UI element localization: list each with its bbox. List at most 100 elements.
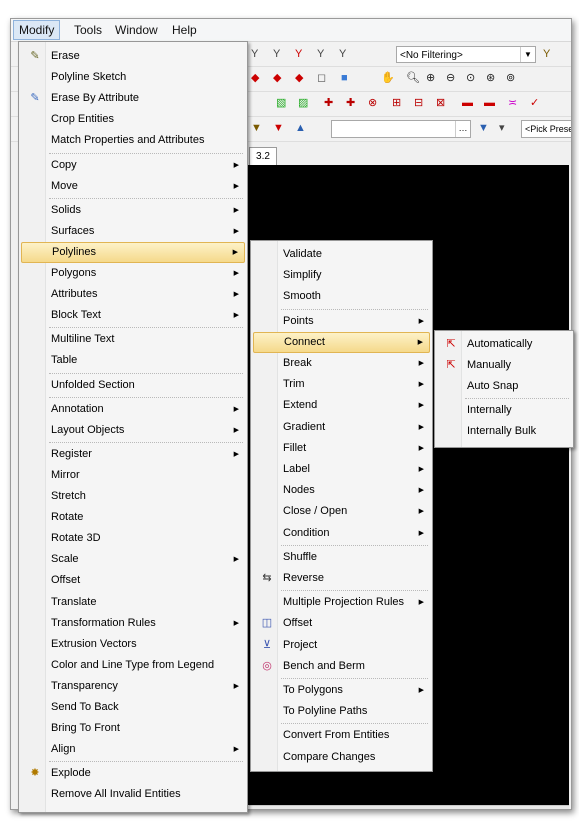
menu-item-to-polyline-paths[interactable]: To Polyline Paths — [253, 701, 430, 722]
menu-item-label[interactable]: Label ▶ — [253, 459, 430, 480]
snap-icon[interactable]: ◆ — [273, 71, 281, 85]
filter-icon[interactable]: Y — [339, 47, 346, 61]
menu-item-erase[interactable]: ✎ Erase — [21, 46, 245, 67]
zoom-extents-icon[interactable]: ⊚ — [506, 71, 515, 85]
zoom-previous-icon[interactable]: ⊛ — [486, 71, 495, 85]
edit-tool-icon[interactable]: ▧ — [276, 96, 286, 110]
edit-tool-icon[interactable]: ✓ — [530, 96, 539, 110]
menu-item-annotation[interactable]: Annotation ▶ — [21, 399, 245, 420]
menu-item-nodes[interactable]: Nodes ▶ — [253, 480, 430, 501]
menu-item-polyline-sketch[interactable]: Polyline Sketch — [21, 67, 245, 88]
menu-item-offset[interactable]: Offset — [21, 570, 245, 591]
menu-item-gradient[interactable]: Gradient ▶ — [253, 417, 430, 438]
menu-item-close-open[interactable]: Close / Open ▶ — [253, 501, 430, 522]
menu-item-to-polygons[interactable]: To Polygons ▶ — [253, 680, 430, 701]
menu-item-compare-changes[interactable]: Compare Changes — [253, 747, 430, 768]
pick-preset-dropdown[interactable]: <Pick Prese — [521, 120, 571, 138]
menu-item-solids[interactable]: Solids ▶ — [21, 200, 245, 221]
menu-item-offset[interactable]: ◫ Offset — [253, 613, 430, 634]
zoom-out-icon[interactable]: ⊖ — [446, 71, 455, 85]
horizontal-scrollbar[interactable]: ||| — [249, 805, 569, 809]
menu-item-polylines[interactable]: Polylines ▶ — [21, 241, 245, 263]
edit-tool-icon[interactable]: ≍ — [508, 96, 517, 110]
menu-modify[interactable]: Modify — [13, 20, 61, 40]
menu-item-match-properties-and-attributes[interactable]: Match Properties and Attributes — [21, 130, 245, 151]
snap-icon[interactable]: ◆ — [295, 71, 303, 85]
chevron-down-icon[interactable]: ▾ — [499, 121, 505, 135]
menu-item-layout-objects[interactable]: Layout Objects ▶ — [21, 420, 245, 441]
menu-item-block-text[interactable]: Block Text ▶ — [21, 305, 245, 326]
filter-icon[interactable]: Y — [317, 47, 324, 61]
menu-item-fillet[interactable]: Fillet ▶ — [253, 438, 430, 459]
menu-item-align[interactable]: Align ▶ — [21, 739, 245, 760]
menu-item-surfaces[interactable]: Surfaces ▶ — [21, 221, 245, 242]
edit-tool-icon[interactable]: ⊞ — [392, 96, 401, 110]
document-tab[interactable]: 3.2 — [249, 147, 277, 166]
menu-item-rotate[interactable]: Rotate — [21, 507, 245, 528]
menu-window[interactable]: Window — [110, 22, 163, 38]
menu-item-extend[interactable]: Extend ▶ — [253, 395, 430, 416]
pan-icon[interactable]: ✋ — [381, 71, 395, 85]
menu-item-mirror[interactable]: Mirror — [21, 465, 245, 486]
zoom-window-icon[interactable]: ⊙ — [466, 71, 475, 85]
edit-tool-icon[interactable]: ⊗ — [368, 96, 377, 110]
edit-tool-icon[interactable]: ✚ — [324, 96, 333, 110]
menu-item-erase-by-attribute[interactable]: ✎ Erase By Attribute — [21, 88, 245, 109]
menu-item-bench-and-berm[interactable]: ◎ Bench and Berm — [253, 656, 430, 677]
menu-item-internally-bulk[interactable]: Internally Bulk — [437, 421, 571, 442]
menu-item-connect[interactable]: Connect ▶ — [253, 331, 430, 353]
menu-item-explode[interactable]: ✸ Explode — [21, 763, 245, 784]
snap-icon[interactable]: ◻ — [317, 71, 326, 85]
arrow-down-icon[interactable]: ▼ — [478, 121, 489, 135]
edit-tool-icon[interactable]: ✚ — [346, 96, 355, 110]
menu-item-multiple-projection-rules[interactable]: Multiple Projection Rules ▶ — [253, 592, 430, 613]
color-square-icon[interactable]: ■ — [341, 71, 348, 85]
menu-item-validate[interactable]: Validate — [253, 244, 430, 265]
menu-item-project[interactable]: ⊻ Project — [253, 635, 430, 656]
filter-icon[interactable]: Y — [273, 47, 280, 61]
menu-item-polygons[interactable]: Polygons ▶ — [21, 263, 245, 284]
menu-item-rotate-3d[interactable]: Rotate 3D — [21, 528, 245, 549]
menu-item-break[interactable]: Break ▶ — [253, 353, 430, 374]
menu-item-trim[interactable]: Trim ▶ — [253, 374, 430, 395]
zoom-in-icon[interactable]: ⊕ — [426, 71, 435, 85]
menu-item-extrusion-vectors[interactable]: Extrusion Vectors — [21, 634, 245, 655]
browse-icon[interactable]: … — [455, 121, 470, 137]
edit-tool-icon[interactable]: ⊠ — [436, 96, 445, 110]
pick-filter-icon[interactable]: ▼ — [273, 121, 284, 135]
snap-icon[interactable]: ◆ — [251, 71, 259, 85]
menu-item-translate[interactable]: Translate — [21, 592, 245, 613]
menu-item-simplify[interactable]: Simplify — [253, 265, 430, 286]
menu-item-remove-all-invalid-entities[interactable]: Remove All Invalid Entities — [21, 784, 245, 805]
menu-item-color-and-line-type-from-legend[interactable]: Color and Line Type from Legend — [21, 655, 245, 676]
menu-help[interactable]: Help — [167, 22, 202, 38]
menu-item-manually[interactable]: ⇱ Manually — [437, 355, 571, 376]
filter-icon[interactable]: Y — [543, 47, 550, 61]
menu-item-table[interactable]: Table — [21, 350, 245, 371]
menu-item-convert-from-entities[interactable]: Convert From Entities — [253, 725, 430, 746]
edit-tool-icon[interactable]: ▬ — [462, 96, 473, 110]
menu-item-shuffle[interactable]: Shuffle — [253, 547, 430, 568]
menu-item-auto-snap[interactable]: Auto Snap — [437, 376, 571, 397]
edit-tool-icon[interactable]: ▨ — [298, 96, 308, 110]
filter-icon[interactable]: Y — [251, 47, 258, 61]
menu-item-smooth[interactable]: Smooth — [253, 286, 430, 307]
menu-item-points[interactable]: Points ▶ — [253, 311, 430, 332]
menu-item-automatically[interactable]: ⇱ Automatically — [437, 334, 571, 355]
menu-item-stretch[interactable]: Stretch — [21, 486, 245, 507]
zoom-icon[interactable]: 🔍︎ — [406, 71, 420, 85]
menu-item-transformation-rules[interactable]: Transformation Rules ▶ — [21, 613, 245, 634]
menu-item-reverse[interactable]: ⇆ Reverse — [253, 568, 430, 589]
menu-item-unfolded-section[interactable]: Unfolded Section — [21, 375, 245, 396]
edit-tool-icon[interactable]: ⊟ — [414, 96, 423, 110]
filter-remove-icon[interactable]: Y — [295, 47, 302, 61]
menu-item-transparency[interactable]: Transparency ▶ — [21, 676, 245, 697]
edit-tool-icon[interactable]: ▬ — [484, 96, 495, 110]
menu-item-multiline-text[interactable]: Multiline Text — [21, 329, 245, 350]
menu-item-condition[interactable]: Condition ▶ — [253, 523, 430, 544]
menu-item-scale[interactable]: Scale ▶ — [21, 549, 245, 570]
menu-item-register[interactable]: Register ▶ — [21, 444, 245, 465]
menu-tools[interactable]: Tools — [69, 22, 107, 38]
filter-dropdown[interactable]: <No Filtering> ▼ — [396, 46, 536, 63]
menu-item-bring-to-front[interactable]: Bring To Front — [21, 718, 245, 739]
